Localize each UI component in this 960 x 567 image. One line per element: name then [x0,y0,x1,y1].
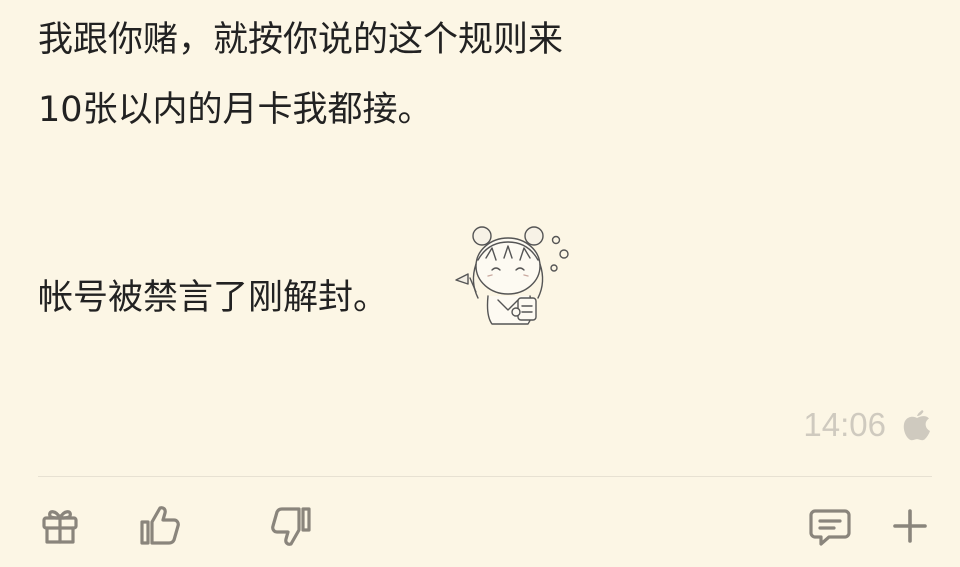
dislike-button[interactable] [264,498,320,554]
comment-button[interactable] [802,498,858,554]
gift-button[interactable] [32,498,88,554]
post-meta: 14:06 [803,406,932,444]
chibi-girl-sticker [448,220,578,330]
thumbs-down-icon [269,503,315,549]
apple-icon [902,408,932,442]
post-text-line: 帐号被禁言了刚解封。 [38,278,389,318]
gift-icon [38,504,82,548]
action-bar [0,498,960,554]
post-text-line: 我跟你赌，就按你说的这个规则来 [38,20,564,60]
timestamp: 14:06 [803,406,886,443]
thumbs-up-icon [136,503,182,549]
post-content: 我跟你赌，就按你说的这个规则来 10张以内的月卡我都接。 帐号被禁言了刚解封。 [0,0,960,567]
like-button[interactable] [131,498,187,554]
plus-icon [890,506,930,546]
post-text-line: 10张以内的月卡我都接。 [38,90,433,130]
comment-icon [807,503,853,549]
divider [38,476,932,477]
add-button[interactable] [882,498,938,554]
